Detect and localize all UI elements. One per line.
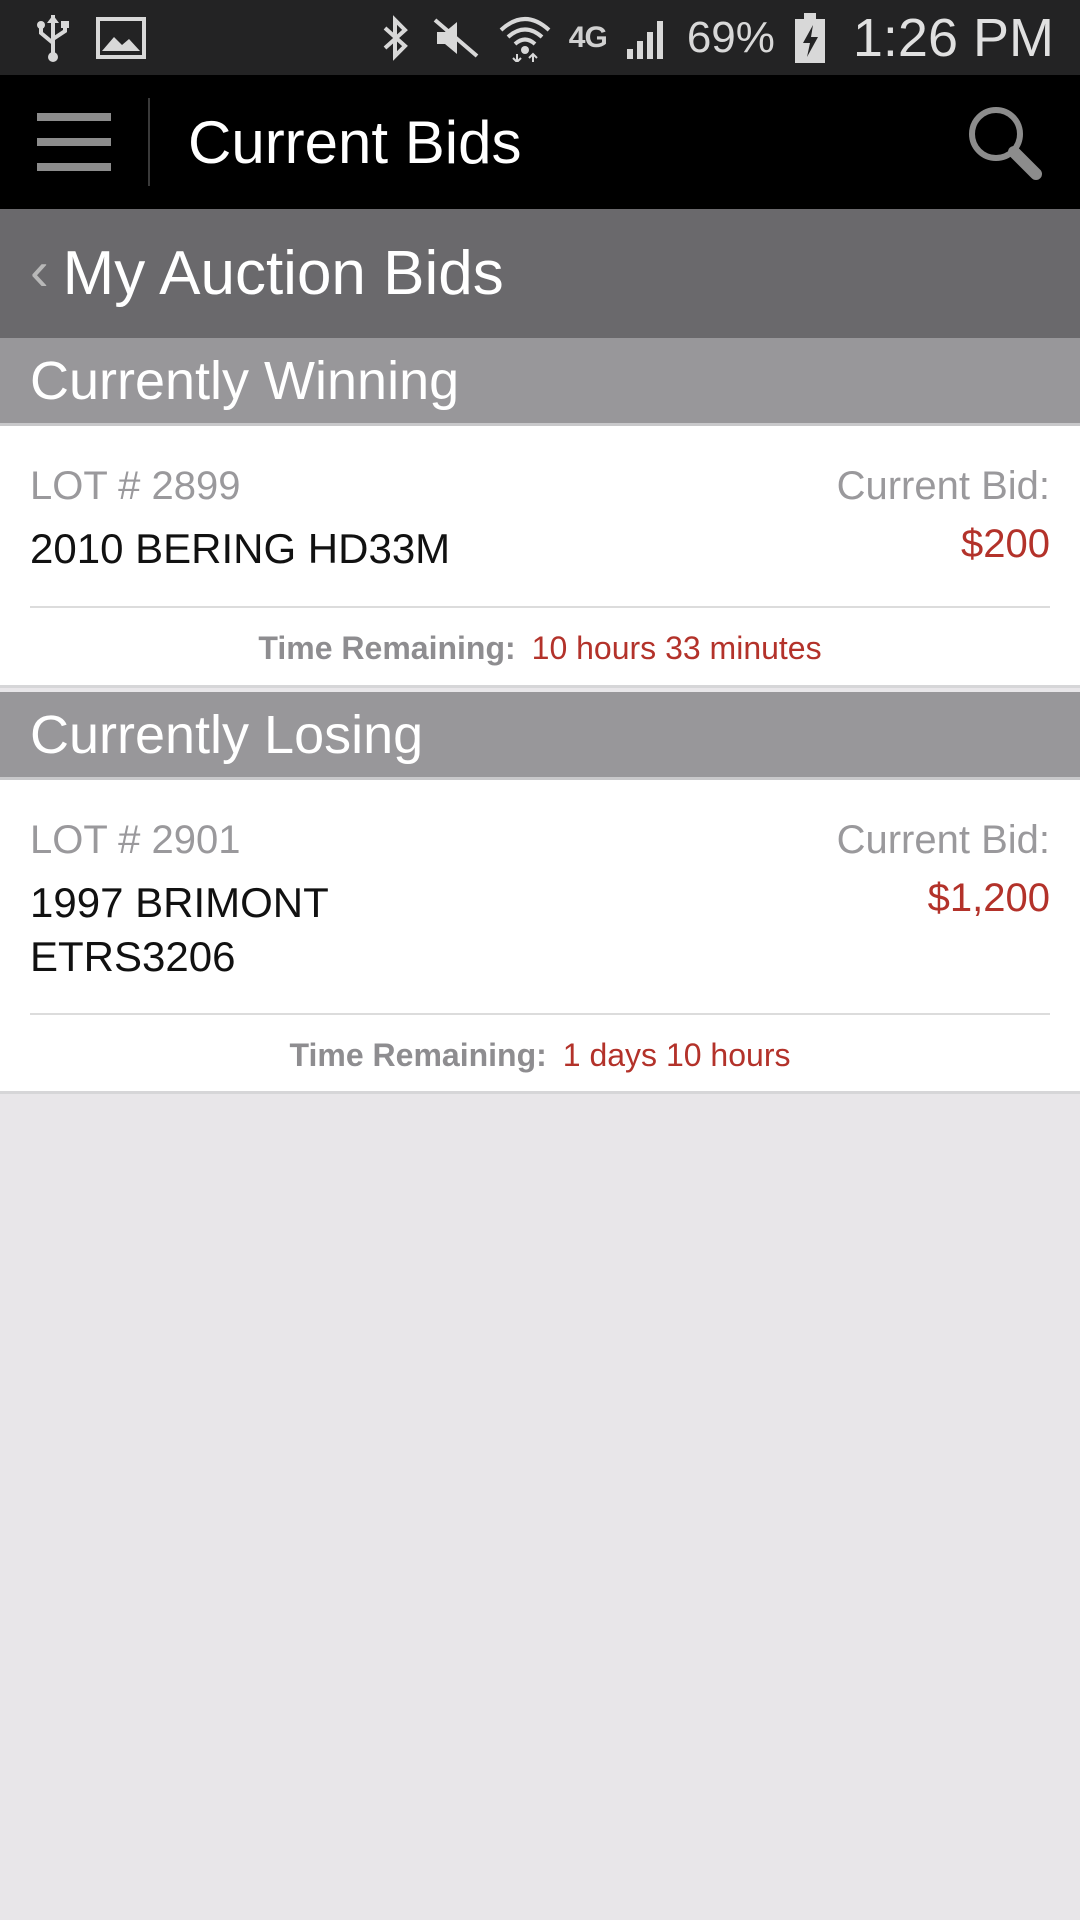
hamburger-menu-button[interactable]: [0, 98, 150, 186]
battery-icon: [793, 10, 827, 66]
network-4g-icon: 4G: [568, 10, 608, 66]
current-bid-value: $200: [961, 522, 1050, 566]
bid-card-winning[interactable]: LOT # 2899 2010 BERING HD33M Current Bid…: [0, 426, 1080, 688]
current-bid-label: Current Bid:: [836, 464, 1050, 508]
lot-number: LOT # 2901: [30, 818, 241, 862]
sub-header-title: My Auction Bids: [62, 239, 504, 308]
section-header-losing: Currently Losing: [0, 692, 1080, 780]
back-navigation[interactable]: ‹ My Auction Bids: [0, 209, 1080, 338]
bluetooth-icon: [379, 10, 413, 66]
time-remaining-label: Time Remaining:: [289, 1036, 547, 1073]
item-name-line2: ETRS3206: [30, 933, 236, 980]
current-bid-value: $1,200: [927, 876, 1050, 920]
time-remaining-row: Time Remaining: 10 hours 33 minutes: [0, 608, 1080, 688]
time-remaining-value: 1 days 10 hours: [562, 1036, 791, 1073]
section-title: Currently Losing: [30, 704, 424, 765]
search-icon: [969, 107, 1042, 180]
signal-icon: [625, 10, 669, 66]
hamburger-menu-icon: [37, 113, 111, 171]
lot-number: LOT # 2899: [30, 464, 241, 508]
bid-card-losing[interactable]: LOT # 2901 1997 BRIMONT ETRS3206 Current…: [0, 780, 1080, 1094]
item-name: 2010 BERING HD33M: [30, 525, 451, 572]
usb-icon: [36, 10, 70, 66]
page-title: Current Bids: [188, 108, 522, 176]
status-right: 4G 69% 1:26 PM: [379, 7, 1054, 69]
item-name-line1: 1997 BRIMONT: [30, 879, 329, 926]
status-time: 1:26 PM: [852, 7, 1054, 68]
wifi-icon: [499, 10, 551, 66]
status-bar: 4G 69% 1:26 PM: [0, 0, 1080, 75]
image-icon: [96, 10, 146, 66]
status-left: [36, 10, 146, 66]
chevron-left-icon: ‹: [30, 239, 49, 302]
time-remaining-row: Time Remaining: 1 days 10 hours: [0, 1015, 1080, 1095]
section-header-winning: Currently Winning: [0, 338, 1080, 426]
section-title: Currently Winning: [30, 350, 460, 411]
time-remaining-label: Time Remaining:: [258, 629, 516, 666]
time-remaining-value: 10 hours 33 minutes: [531, 629, 822, 666]
current-bid-label: Current Bid:: [836, 818, 1050, 862]
mute-icon: [431, 10, 481, 66]
search-button[interactable]: [944, 75, 1064, 209]
battery-percent: 69%: [686, 12, 775, 62]
network-label: 4G: [568, 20, 608, 54]
action-bar: Current Bids: [0, 75, 1080, 209]
